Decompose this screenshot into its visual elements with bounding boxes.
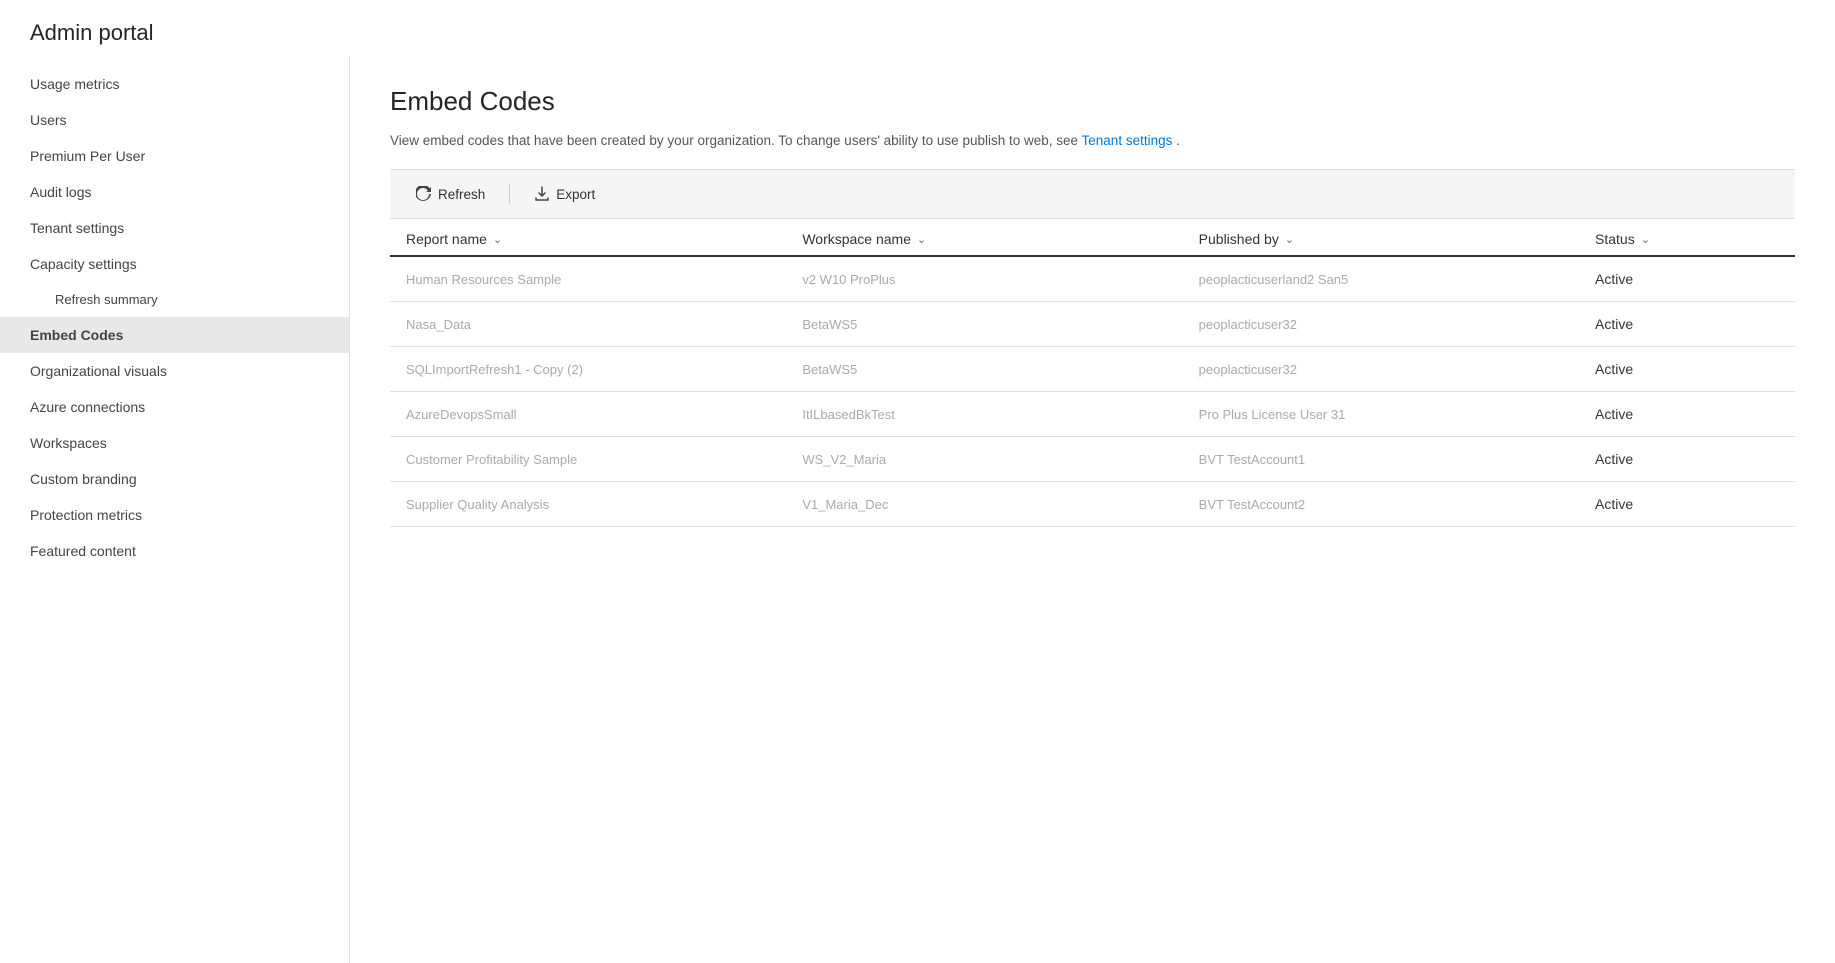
sort-icon-workspace-name: ⌄ [917, 233, 926, 246]
column-label-report-name: Report name [406, 231, 487, 247]
toolbar-separator [509, 184, 510, 204]
page-description: View embed codes that have been created … [390, 131, 1795, 151]
sidebar-item-refresh-summary[interactable]: Refresh summary [0, 282, 349, 317]
cell-workspace_name-5: V1_Maria_Dec [802, 497, 1198, 512]
sidebar-item-audit-logs[interactable]: Audit logs [0, 174, 349, 210]
cell-published_by-0: peoplacticuserland2 San5 [1199, 272, 1595, 287]
content-area: Embed Codes View embed codes that have b… [350, 56, 1835, 963]
table-row[interactable]: AzureDevopsSmallItILbasedBkTestPro Plus … [390, 392, 1795, 437]
cell-report_name-5: Supplier Quality Analysis [406, 497, 802, 512]
description-suffix: . [1176, 133, 1180, 148]
cell-status-0: Active [1595, 271, 1795, 287]
cell-status-4: Active [1595, 451, 1795, 467]
sidebar-item-users[interactable]: Users [0, 102, 349, 138]
cell-published_by-1: peoplacticuser32 [1199, 317, 1595, 332]
cell-published_by-3: Pro Plus License User 31 [1199, 407, 1595, 422]
sort-icon-status: ⌄ [1641, 233, 1650, 246]
table-header-workspace-name[interactable]: Workspace name ⌄ [802, 231, 1198, 247]
refresh-label: Refresh [438, 187, 485, 202]
main-layout: Usage metricsUsersPremium Per UserAudit … [0, 56, 1835, 963]
tenant-settings-link[interactable]: Tenant settings [1082, 133, 1173, 148]
export-label: Export [556, 187, 595, 202]
cell-workspace_name-1: BetaWS5 [802, 317, 1198, 332]
sidebar-item-tenant-settings[interactable]: Tenant settings [0, 210, 349, 246]
cell-published_by-4: BVT TestAccount1 [1199, 452, 1595, 467]
cell-status-3: Active [1595, 406, 1795, 422]
page-container: Admin portal Usage metricsUsersPremium P… [0, 0, 1835, 963]
table-row[interactable]: Human Resources Samplev2 W10 ProPluspeop… [390, 257, 1795, 302]
cell-workspace_name-2: BetaWS5 [802, 362, 1198, 377]
sidebar-item-custom-branding[interactable]: Custom branding [0, 461, 349, 497]
sidebar-item-protection-metrics[interactable]: Protection metrics [0, 497, 349, 533]
sort-icon-report-name: ⌄ [493, 233, 502, 246]
sidebar-item-featured-content[interactable]: Featured content [0, 533, 349, 569]
table-header-published-by[interactable]: Published by ⌄ [1199, 231, 1595, 247]
column-label-status: Status [1595, 231, 1635, 247]
sidebar-item-premium-per-user[interactable]: Premium Per User [0, 138, 349, 174]
sidebar-item-usage-metrics[interactable]: Usage metrics [0, 66, 349, 102]
cell-published_by-5: BVT TestAccount2 [1199, 497, 1595, 512]
column-label-published-by: Published by [1199, 231, 1279, 247]
table-header: Report name ⌄ Workspace name ⌄ Published by ⌄… [390, 219, 1795, 257]
cell-workspace_name-3: ItILbasedBkTest [802, 407, 1198, 422]
sidebar-item-organizational-visuals[interactable]: Organizational visuals [0, 353, 349, 389]
table-row[interactable]: SQLImportRefresh1 - Copy (2)BetaWS5peopl… [390, 347, 1795, 392]
table-row[interactable]: Customer Profitability SampleWS_V2_Maria… [390, 437, 1795, 482]
cell-report_name-2: SQLImportRefresh1 - Copy (2) [406, 362, 802, 377]
cell-workspace_name-4: WS_V2_Maria [802, 452, 1198, 467]
embed-codes-table: Report name ⌄ Workspace name ⌄ Published by ⌄… [390, 219, 1795, 527]
sidebar-item-capacity-settings[interactable]: Capacity settings [0, 246, 349, 282]
sort-icon-published-by: ⌄ [1285, 233, 1294, 246]
cell-published_by-2: peoplacticuser32 [1199, 362, 1595, 377]
table-body: Human Resources Samplev2 W10 ProPluspeop… [390, 257, 1795, 527]
admin-portal-title: Admin portal [30, 20, 154, 45]
page-title: Embed Codes [390, 86, 1795, 117]
sidebar-item-workspaces[interactable]: Workspaces [0, 425, 349, 461]
table-row[interactable]: Nasa_DataBetaWS5peoplacticuser32Active [390, 302, 1795, 347]
table-header-report-name[interactable]: Report name ⌄ [406, 231, 802, 247]
sidebar-item-embed-codes[interactable]: Embed Codes [0, 317, 349, 353]
cell-report_name-0: Human Resources Sample [406, 272, 802, 287]
export-button[interactable]: Export [524, 180, 605, 208]
cell-report_name-4: Customer Profitability Sample [406, 452, 802, 467]
toolbar: Refresh Export [390, 169, 1795, 219]
cell-report_name-1: Nasa_Data [406, 317, 802, 332]
cell-report_name-3: AzureDevopsSmall [406, 407, 802, 422]
export-icon [534, 186, 550, 202]
cell-status-5: Active [1595, 496, 1795, 512]
sidebar-item-azure-connections[interactable]: Azure connections [0, 389, 349, 425]
table-row[interactable]: Supplier Quality AnalysisV1_Maria_DecBVT… [390, 482, 1795, 527]
cell-status-1: Active [1595, 316, 1795, 332]
cell-workspace_name-0: v2 W10 ProPlus [802, 272, 1198, 287]
column-label-workspace-name: Workspace name [802, 231, 911, 247]
refresh-icon [416, 186, 432, 202]
sidebar: Usage metricsUsersPremium Per UserAudit … [0, 56, 350, 963]
cell-status-2: Active [1595, 361, 1795, 377]
header: Admin portal [0, 0, 1835, 56]
table-header-status[interactable]: Status ⌄ [1595, 231, 1795, 247]
description-text: View embed codes that have been created … [390, 133, 1082, 148]
refresh-button[interactable]: Refresh [406, 180, 495, 208]
